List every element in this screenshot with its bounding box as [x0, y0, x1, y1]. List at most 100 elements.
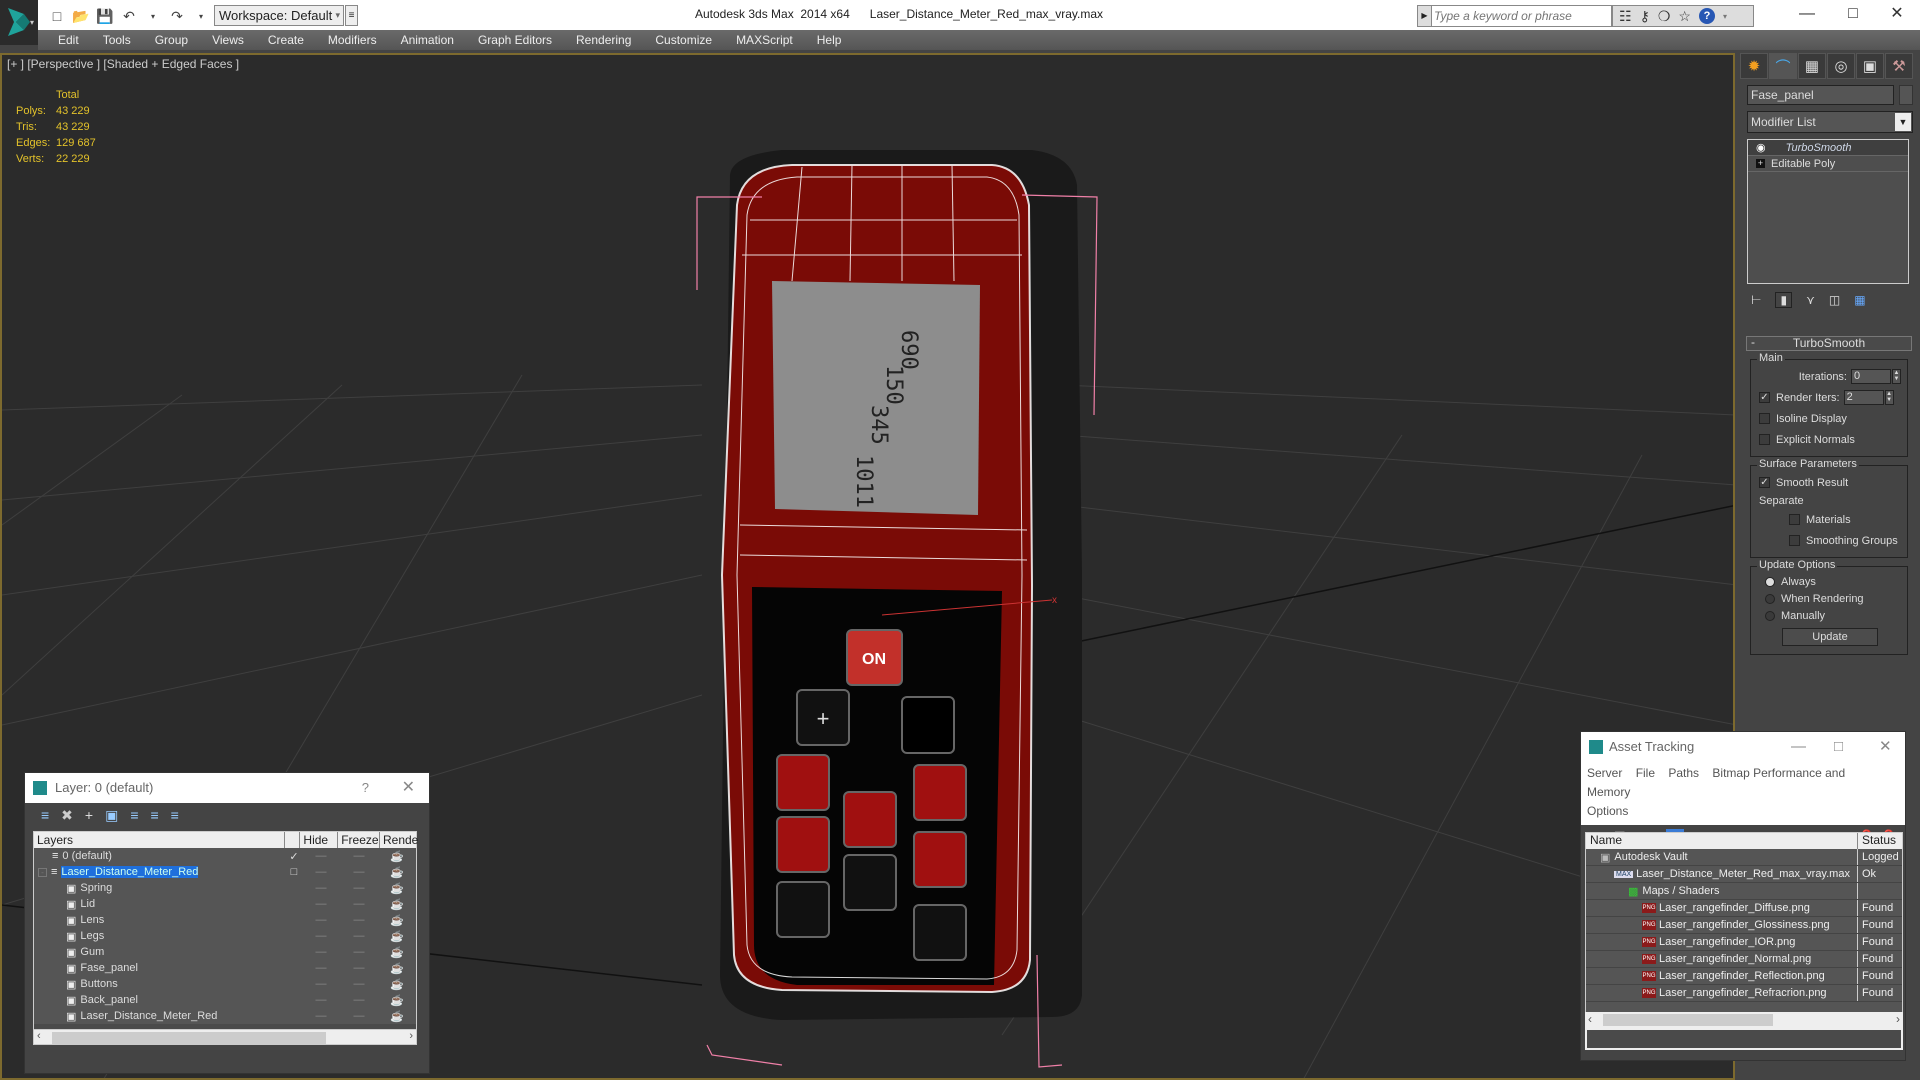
- radio-always[interactable]: Always: [1759, 573, 1901, 590]
- expand-icon[interactable]: +: [1756, 159, 1765, 168]
- scroll-right-icon[interactable]: ›: [1896, 1012, 1900, 1026]
- object-row[interactable]: ▣ Fase_panel — — ☕: [34, 960, 416, 976]
- hierarchy-tab-icon[interactable]: ▦: [1798, 53, 1826, 79]
- layer-row[interactable]: ≡ 0 (default) ✓ — — ☕: [34, 848, 416, 864]
- app-menu-button[interactable]: ▾: [0, 0, 38, 45]
- asset-row[interactable]: PNG Laser_rangefinder_Glossiness.png Found: [1586, 917, 1902, 934]
- asset-path-field[interactable]: [1585, 1028, 1903, 1050]
- customize-quick-access-button[interactable]: ≡: [345, 5, 358, 26]
- motion-tab-icon[interactable]: ◎: [1827, 53, 1855, 79]
- row-name-cell[interactable]: ▣ Lens: [34, 914, 286, 927]
- remove-modifier-icon[interactable]: ◫: [1829, 293, 1840, 307]
- create-tab-icon[interactable]: ✹: [1740, 53, 1768, 79]
- show-end-result-icon[interactable]: ▮: [1775, 292, 1793, 308]
- asset-row[interactable]: PNG Laser_rangefinder_Reflection.png Found: [1586, 968, 1902, 985]
- asset-row[interactable]: PNG Laser_rangefinder_IOR.png Found: [1586, 934, 1902, 951]
- freeze-toggle[interactable]: —: [340, 914, 378, 926]
- hide-toggle[interactable]: —: [302, 914, 340, 926]
- freeze-toggle[interactable]: —: [340, 1010, 378, 1022]
- rollout-header[interactable]: - TurboSmooth: [1746, 336, 1912, 351]
- asset-name-cell[interactable]: PNG Laser_rangefinder_Normal.png: [1586, 951, 1858, 967]
- object-color-swatch[interactable]: [1899, 85, 1913, 105]
- freeze-toggle[interactable]: —: [340, 866, 378, 878]
- modify-tab-icon[interactable]: ⌒: [1769, 53, 1797, 79]
- explicit-normals-checkbox[interactable]: [1759, 434, 1770, 445]
- stack-item-editable-poly[interactable]: + Editable Poly: [1748, 156, 1908, 172]
- menu-tools[interactable]: Tools: [91, 33, 143, 47]
- row-name-cell[interactable]: ▣ Fase_panel: [34, 962, 286, 975]
- display-tab-icon[interactable]: ▣: [1856, 53, 1884, 79]
- hide-toggle[interactable]: —: [302, 1010, 340, 1022]
- scroll-left-icon[interactable]: ‹: [1588, 1012, 1592, 1026]
- iterations-spinner[interactable]: 0: [1851, 369, 1891, 384]
- radio-manually[interactable]: Manually: [1759, 607, 1901, 624]
- freeze-toggle[interactable]: —: [340, 962, 378, 974]
- spinner-arrows-icon[interactable]: ▲ ▼: [1884, 390, 1894, 405]
- smooth-result-checkbox[interactable]: ✓: [1759, 477, 1770, 488]
- open-file-icon[interactable]: 📂: [72, 7, 90, 25]
- current-layer-cell[interactable]: ✓: [286, 850, 302, 863]
- minimize-button[interactable]: —: [1791, 732, 1806, 762]
- hide-toggle[interactable]: —: [302, 898, 340, 910]
- new-file-icon[interactable]: □: [48, 7, 66, 25]
- key-icon[interactable]: ⚷: [1640, 8, 1650, 25]
- freeze-toggle[interactable]: —: [340, 898, 378, 910]
- radio-when-rendering[interactable]: When Rendering: [1759, 590, 1901, 607]
- add-to-layer-icon[interactable]: +: [85, 807, 93, 823]
- redo-icon[interactable]: ↷: [168, 7, 186, 25]
- save-icon[interactable]: 💾: [96, 7, 114, 25]
- menu-maxscript[interactable]: MAXScript: [724, 33, 805, 47]
- isoline-display-checkbox[interactable]: [1759, 413, 1770, 424]
- object-row[interactable]: ▣ Gum — — ☕: [34, 944, 416, 960]
- materials-checkbox[interactable]: [1789, 514, 1800, 525]
- configure-modifier-sets-icon[interactable]: ▦: [1854, 293, 1865, 307]
- hide-toggle[interactable]: —: [302, 882, 340, 894]
- render-teapot-icon[interactable]: ☕: [378, 946, 416, 959]
- render-teapot-icon[interactable]: ☕: [378, 978, 416, 991]
- collapse-icon[interactable]: -: [38, 867, 47, 877]
- make-unique-icon[interactable]: ⋎: [1806, 293, 1815, 307]
- object-row[interactable]: ▣ Lens — — ☕: [34, 912, 416, 928]
- column-name[interactable]: Name: [1586, 833, 1858, 849]
- scrollbar-thumb[interactable]: [1603, 1014, 1773, 1026]
- hide-toggle[interactable]: —: [302, 994, 340, 1006]
- search-input[interactable]: [1434, 7, 1609, 25]
- modifier-list-dropdown[interactable]: Modifier List ▼: [1747, 111, 1913, 133]
- row-name-cell[interactable]: - ≡ Laser_Distance_Meter_Red: [34, 866, 286, 878]
- menu-graph-editors[interactable]: Graph Editors: [466, 33, 564, 47]
- asset-row[interactable]: PNG Laser_rangefinder_Refracrion.png Found: [1586, 985, 1902, 1002]
- render-teapot-icon[interactable]: ☕: [378, 866, 416, 879]
- horizontal-scrollbar[interactable]: ‹ ›: [33, 1029, 417, 1045]
- hide-freeze-all-icon[interactable]: ≡: [171, 807, 179, 823]
- scrollbar-thumb[interactable]: [52, 1032, 326, 1044]
- expand-search-icon[interactable]: ▶: [1418, 6, 1432, 26]
- select-objects-icon[interactable]: ▣: [105, 807, 118, 824]
- object-row[interactable]: ▣ Back_panel — — ☕: [34, 992, 416, 1008]
- row-name-cell[interactable]: ▣ Lid: [34, 898, 286, 911]
- menu-paths[interactable]: Paths: [1668, 766, 1699, 780]
- hide-toggle[interactable]: —: [302, 978, 340, 990]
- menu-create[interactable]: Create: [256, 33, 316, 47]
- asset-name-cell[interactable]: PNG Laser_rangefinder_IOR.png: [1586, 934, 1858, 950]
- render-teapot-icon[interactable]: ☕: [378, 994, 416, 1007]
- asset-name-cell[interactable]: PNG Laser_rangefinder_Reflection.png: [1586, 968, 1858, 984]
- hide-toggle[interactable]: —: [302, 850, 340, 862]
- menu-help[interactable]: Help: [805, 33, 854, 47]
- highlight-layer-icon[interactable]: ≡: [151, 807, 159, 823]
- render-teapot-icon[interactable]: ☕: [378, 882, 416, 895]
- radio-button[interactable]: [1765, 610, 1775, 621]
- menu-file[interactable]: File: [1636, 766, 1655, 780]
- close-button[interactable]: ✕: [1874, 0, 1920, 30]
- render-teapot-icon[interactable]: ☕: [378, 914, 416, 927]
- select-layer-icon[interactable]: ≡: [130, 807, 138, 823]
- utilities-tab-icon[interactable]: ⚒: [1885, 53, 1913, 79]
- help-icon[interactable]: ?: [1698, 8, 1715, 24]
- object-name-field[interactable]: Fase_panel: [1747, 85, 1894, 105]
- row-name-cell[interactable]: ▣ Laser_Distance_Meter_Red: [34, 1010, 286, 1023]
- radio-button[interactable]: [1765, 593, 1775, 604]
- scroll-right-icon[interactable]: ›: [409, 1030, 413, 1042]
- help-dropdown-icon[interactable]: ▾: [1723, 12, 1727, 21]
- freeze-toggle[interactable]: —: [340, 930, 378, 942]
- scroll-left-icon[interactable]: ‹: [37, 1030, 41, 1042]
- asset-name-cell[interactable]: PNG Laser_rangefinder_Diffuse.png: [1586, 900, 1858, 916]
